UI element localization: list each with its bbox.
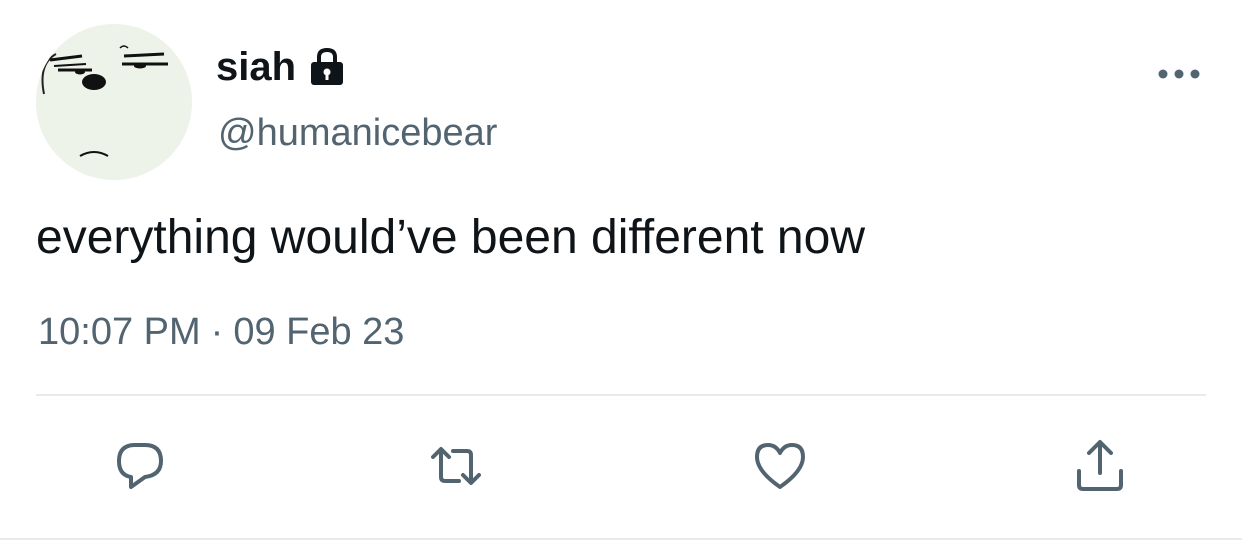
retweet-button[interactable] (424, 434, 488, 498)
tweet-timestamp[interactable]: 10:07 PM · 09 Feb 23 (38, 308, 404, 356)
avatar[interactable] (36, 24, 192, 180)
heart-icon (755, 443, 805, 489)
like-button[interactable] (748, 434, 812, 498)
bottom-divider (0, 538, 1242, 540)
retweet-icon (431, 447, 481, 485)
reply-icon (117, 443, 163, 489)
share-icon (1077, 440, 1123, 491)
lock-icon (308, 47, 346, 87)
tweet-text: everything would’ve been different now (36, 211, 865, 264)
tweet-card: siah @humanicebear everything would’ve b… (0, 0, 1242, 558)
share-button[interactable] (1068, 434, 1132, 498)
divider (36, 394, 1206, 396)
more-icon[interactable] (1156, 62, 1202, 86)
tweet-date: 09 Feb 23 (233, 311, 405, 353)
meta-separator: · (210, 311, 224, 353)
display-name-row: siah (216, 42, 346, 92)
reply-button[interactable] (108, 434, 172, 498)
user-handle[interactable]: @humanicebear (218, 110, 497, 156)
avatar-bear-face-image (36, 24, 192, 180)
tweet-time: 10:07 PM (38, 311, 201, 353)
display-name[interactable]: siah (216, 42, 296, 92)
